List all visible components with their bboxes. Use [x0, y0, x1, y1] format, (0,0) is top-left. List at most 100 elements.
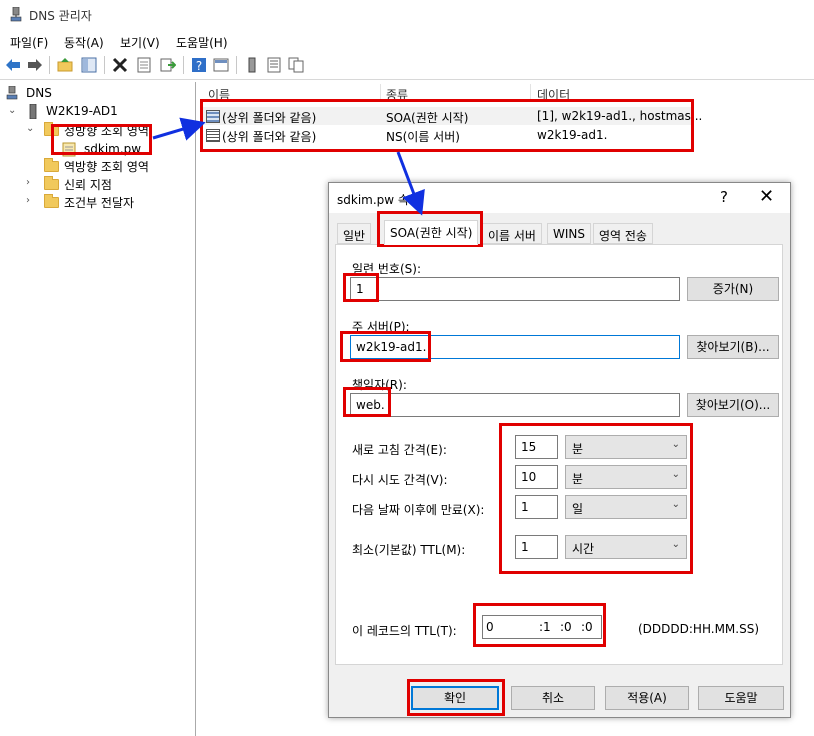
dialog-title: sdkim.pw 속성	[337, 193, 420, 207]
record-data: w2k19-ad1.	[537, 128, 608, 142]
toolbar-separator	[236, 56, 237, 74]
column-header-type[interactable]: 종류	[386, 86, 408, 103]
primary-server-label: 주 서버(P):	[352, 320, 410, 334]
dns-icon	[6, 86, 18, 100]
tree-label: 조건부 전달자	[64, 196, 135, 210]
chevron-down-icon: ⌄	[671, 439, 680, 450]
tree-label: 역방향 조회 영역	[64, 160, 149, 174]
server-icon[interactable]	[244, 57, 260, 73]
ttl-minutes[interactable]: :0	[560, 620, 572, 634]
menu-file[interactable]: 파일(F)	[10, 34, 48, 51]
column-divider[interactable]	[380, 84, 381, 100]
dialog-title-bar: sdkim.pw 속성 ? ✕	[329, 183, 790, 213]
record-ttl-label: 이 레코드의 TTL(T):	[352, 624, 457, 638]
folder-icon	[44, 176, 59, 190]
list-icon[interactable]	[266, 57, 282, 73]
refresh-unit-select[interactable]: 분 ⌄	[565, 435, 687, 459]
properties-icon[interactable]	[136, 57, 152, 73]
copy-icon[interactable]	[288, 57, 304, 73]
expire-after-field[interactable]: 1	[515, 495, 558, 519]
toolbar: ?	[0, 52, 814, 80]
tab-zone-transfers[interactable]: 영역 전송	[593, 223, 653, 244]
record-data: [1], w2k19-ad1., hostmas...	[537, 109, 703, 123]
ttl-seconds[interactable]: :0	[581, 620, 593, 634]
column-header-data[interactable]: 데이터	[537, 86, 570, 103]
serial-number-field[interactable]: 1	[350, 277, 680, 301]
menu-bar: 파일(F) 동작(A) 보기(V) 도움말(H)	[0, 30, 814, 52]
retry-interval-field[interactable]: 10	[515, 465, 558, 489]
forward-arrow-icon[interactable]	[27, 57, 43, 73]
column-divider[interactable]	[530, 84, 531, 100]
ttl-format-hint: (DDDDD:HH.MM.SS)	[638, 622, 760, 636]
toolbar-separator	[49, 56, 50, 74]
retry-interval-label: 다시 시도 간격(V):	[352, 473, 448, 487]
record-type: SOA(권한 시작)	[386, 111, 469, 125]
ttl-hours[interactable]: :1	[539, 620, 551, 634]
minimum-ttl-unit-select[interactable]: 시간 ⌄	[565, 535, 687, 559]
zone-file-icon	[62, 142, 76, 157]
refresh-interval-label: 새로 고침 간격(E):	[352, 443, 447, 457]
tree-label: DNS	[26, 86, 52, 100]
serial-label: 일련 번호(S):	[352, 262, 421, 276]
up-folder-icon[interactable]	[57, 57, 73, 73]
view-icon[interactable]	[213, 57, 229, 73]
folder-icon	[44, 158, 59, 172]
list-row-ns[interactable]: (상위 폴더와 같음) NS(이름 서버) w2k19-ad1.	[202, 126, 692, 144]
zone-properties-dialog: sdkim.pw 속성 ? ✕ 일반 SOA(권한 시작) 이름 서버 WINS…	[328, 182, 791, 718]
select-value: 분	[572, 472, 584, 486]
menu-view[interactable]: 보기(V)	[120, 34, 160, 51]
collapsed-arrow-icon[interactable]: ›	[26, 195, 30, 206]
chevron-down-icon: ⌄	[671, 499, 680, 510]
responsible-person-field[interactable]: web.	[350, 393, 680, 417]
menu-action[interactable]: 동작(A)	[64, 34, 104, 51]
folder-icon	[44, 122, 59, 136]
collapsed-arrow-icon[interactable]: ›	[26, 177, 30, 188]
expire-unit-select[interactable]: 일 ⌄	[565, 495, 687, 519]
retry-unit-select[interactable]: 분 ⌄	[565, 465, 687, 489]
record-name: (상위 폴더와 같음)	[222, 130, 317, 144]
delete-icon[interactable]	[112, 57, 128, 73]
tree-label: 신뢰 지점	[64, 178, 112, 192]
expanded-arrow-icon[interactable]: ⌄	[8, 105, 16, 116]
back-arrow-icon[interactable]	[5, 57, 21, 73]
svg-text:?: ?	[196, 59, 202, 73]
ok-button[interactable]: 확인	[411, 686, 499, 710]
tree-label: W2K19-AD1	[46, 104, 118, 118]
cancel-button[interactable]: 취소	[511, 686, 595, 710]
chevron-down-icon: ⌄	[671, 469, 680, 480]
list-row-soa[interactable]: (상위 폴더와 같음) SOA(권한 시작) [1], w2k19-ad1., …	[202, 107, 702, 125]
browse-responsible-button[interactable]: 찾아보기(O)...	[687, 393, 779, 417]
primary-server-field[interactable]: w2k19-ad1.	[350, 335, 680, 359]
soa-tab-panel: 일련 번호(S): 1 증가(N) 주 서버(P): w2k19-ad1. 찾아…	[335, 244, 783, 665]
responsible-person-label: 책임자(R):	[352, 378, 407, 392]
minimum-ttl-field[interactable]: 1	[515, 535, 558, 559]
tab-general[interactable]: 일반	[337, 223, 372, 244]
export-list-icon[interactable]	[160, 57, 176, 73]
close-icon[interactable]: ✕	[759, 186, 774, 207]
menu-help[interactable]: 도움말(H)	[176, 34, 228, 51]
record-ttl-field[interactable]: 0 :1 :0 :0	[482, 615, 602, 639]
select-value: 분	[572, 442, 584, 456]
help-icon[interactable]: ?	[720, 188, 728, 206]
increment-button[interactable]: 증가(N)	[687, 277, 779, 301]
expanded-arrow-icon[interactable]: ⌄	[26, 123, 34, 134]
expire-after-label: 다음 날짜 이후에 만료(X):	[352, 503, 485, 517]
help-button[interactable]: 도움말	[698, 686, 784, 710]
tab-soa[interactable]: SOA(권한 시작)	[384, 220, 479, 245]
tab-wins[interactable]: WINS	[547, 223, 591, 244]
tree-label: 정방향 조회 영역	[64, 124, 149, 138]
record-type: NS(이름 서버)	[386, 130, 460, 144]
refresh-interval-field[interactable]: 15	[515, 435, 558, 459]
column-header-name[interactable]: 이름	[208, 86, 230, 103]
browse-primary-button[interactable]: 찾아보기(B)...	[687, 335, 779, 359]
ttl-days[interactable]: 0	[486, 620, 494, 634]
window-title: DNS 관리자	[29, 9, 92, 23]
select-value: 시간	[572, 542, 595, 556]
tab-name-servers[interactable]: 이름 서버	[482, 223, 542, 244]
help-icon[interactable]: ?	[191, 57, 207, 73]
apply-button[interactable]: 적용(A)	[605, 686, 689, 710]
show-hide-tree-icon[interactable]	[81, 57, 97, 73]
tree-item-zone-sdkim[interactable]: sdkim.pw	[6, 139, 146, 160]
title-bar: DNS 관리자	[0, 0, 814, 30]
record-icon	[206, 129, 220, 142]
